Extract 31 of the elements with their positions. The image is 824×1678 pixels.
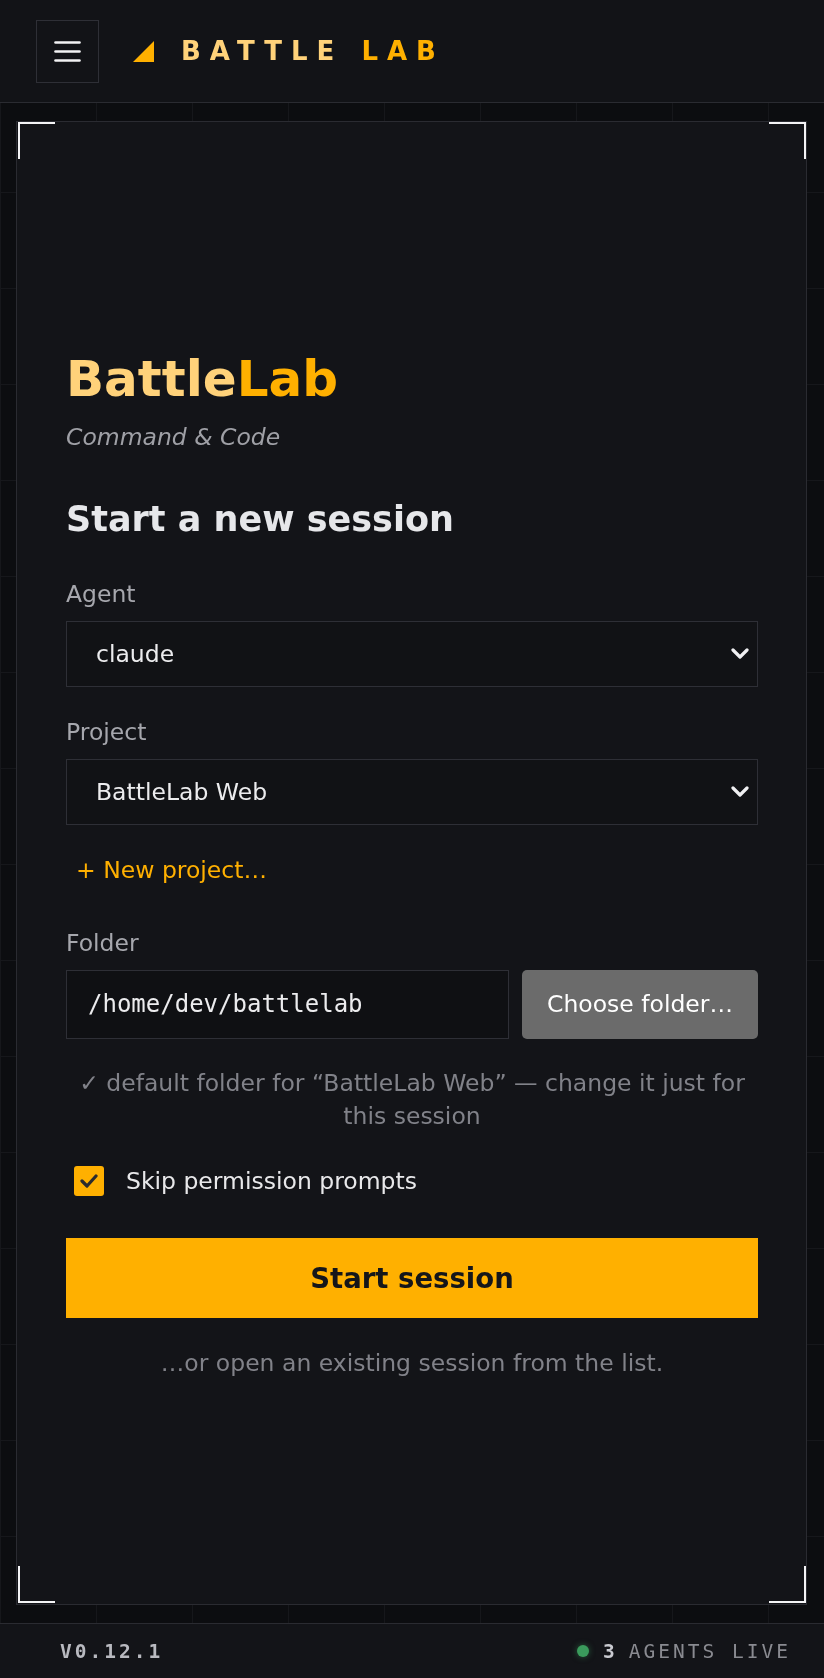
new-project-link[interactable]: + New project… — [76, 854, 267, 885]
checkbox-label: Skip permission prompts — [126, 1166, 417, 1196]
choose-folder-button[interactable]: Choose folder… — [522, 969, 758, 1039]
footnote: …or open an existing session from the list. — [159, 1347, 665, 1378]
checkbox[interactable] — [74, 1166, 104, 1196]
folder-hint: ✓ default folder for “BattleLab Web” — change it just for this session — [78, 1067, 746, 1132]
menu-button[interactable] — [36, 19, 99, 83]
status-dot-icon — [577, 1645, 590, 1657]
field-label: Agent — [66, 578, 136, 609]
brand-name: BATTLE LAB — [181, 35, 445, 67]
form-heading: Start a new session — [66, 497, 454, 541]
app-title: BattleLab — [66, 348, 339, 409]
field-label: Project — [66, 716, 147, 747]
agents-count: 3 — [603, 1639, 618, 1663]
agents-live-label: AGENTS LIVE — [628, 1639, 791, 1663]
chevron-down-icon — [731, 648, 749, 659]
corner-bracket — [769, 122, 806, 159]
field-label: Folder — [66, 927, 139, 958]
corner-bracket — [18, 1566, 55, 1603]
version-label: V0.12.1 — [60, 1639, 164, 1663]
check-icon — [80, 1174, 98, 1188]
dropdown-select[interactable]: claude — [66, 620, 758, 687]
dropdown-select[interactable]: BattleLab Web — [66, 758, 758, 825]
folder-path-field[interactable]: /home/dev/battlelab — [66, 969, 510, 1039]
triangle-icon — [133, 40, 154, 62]
tagline: Command & Code — [66, 421, 281, 452]
chevron-down-icon — [731, 786, 749, 797]
start-session-button[interactable]: Start session — [66, 1237, 758, 1318]
menu-icon — [54, 40, 81, 62]
corner-bracket — [769, 1566, 806, 1603]
corner-bracket — [18, 122, 55, 159]
